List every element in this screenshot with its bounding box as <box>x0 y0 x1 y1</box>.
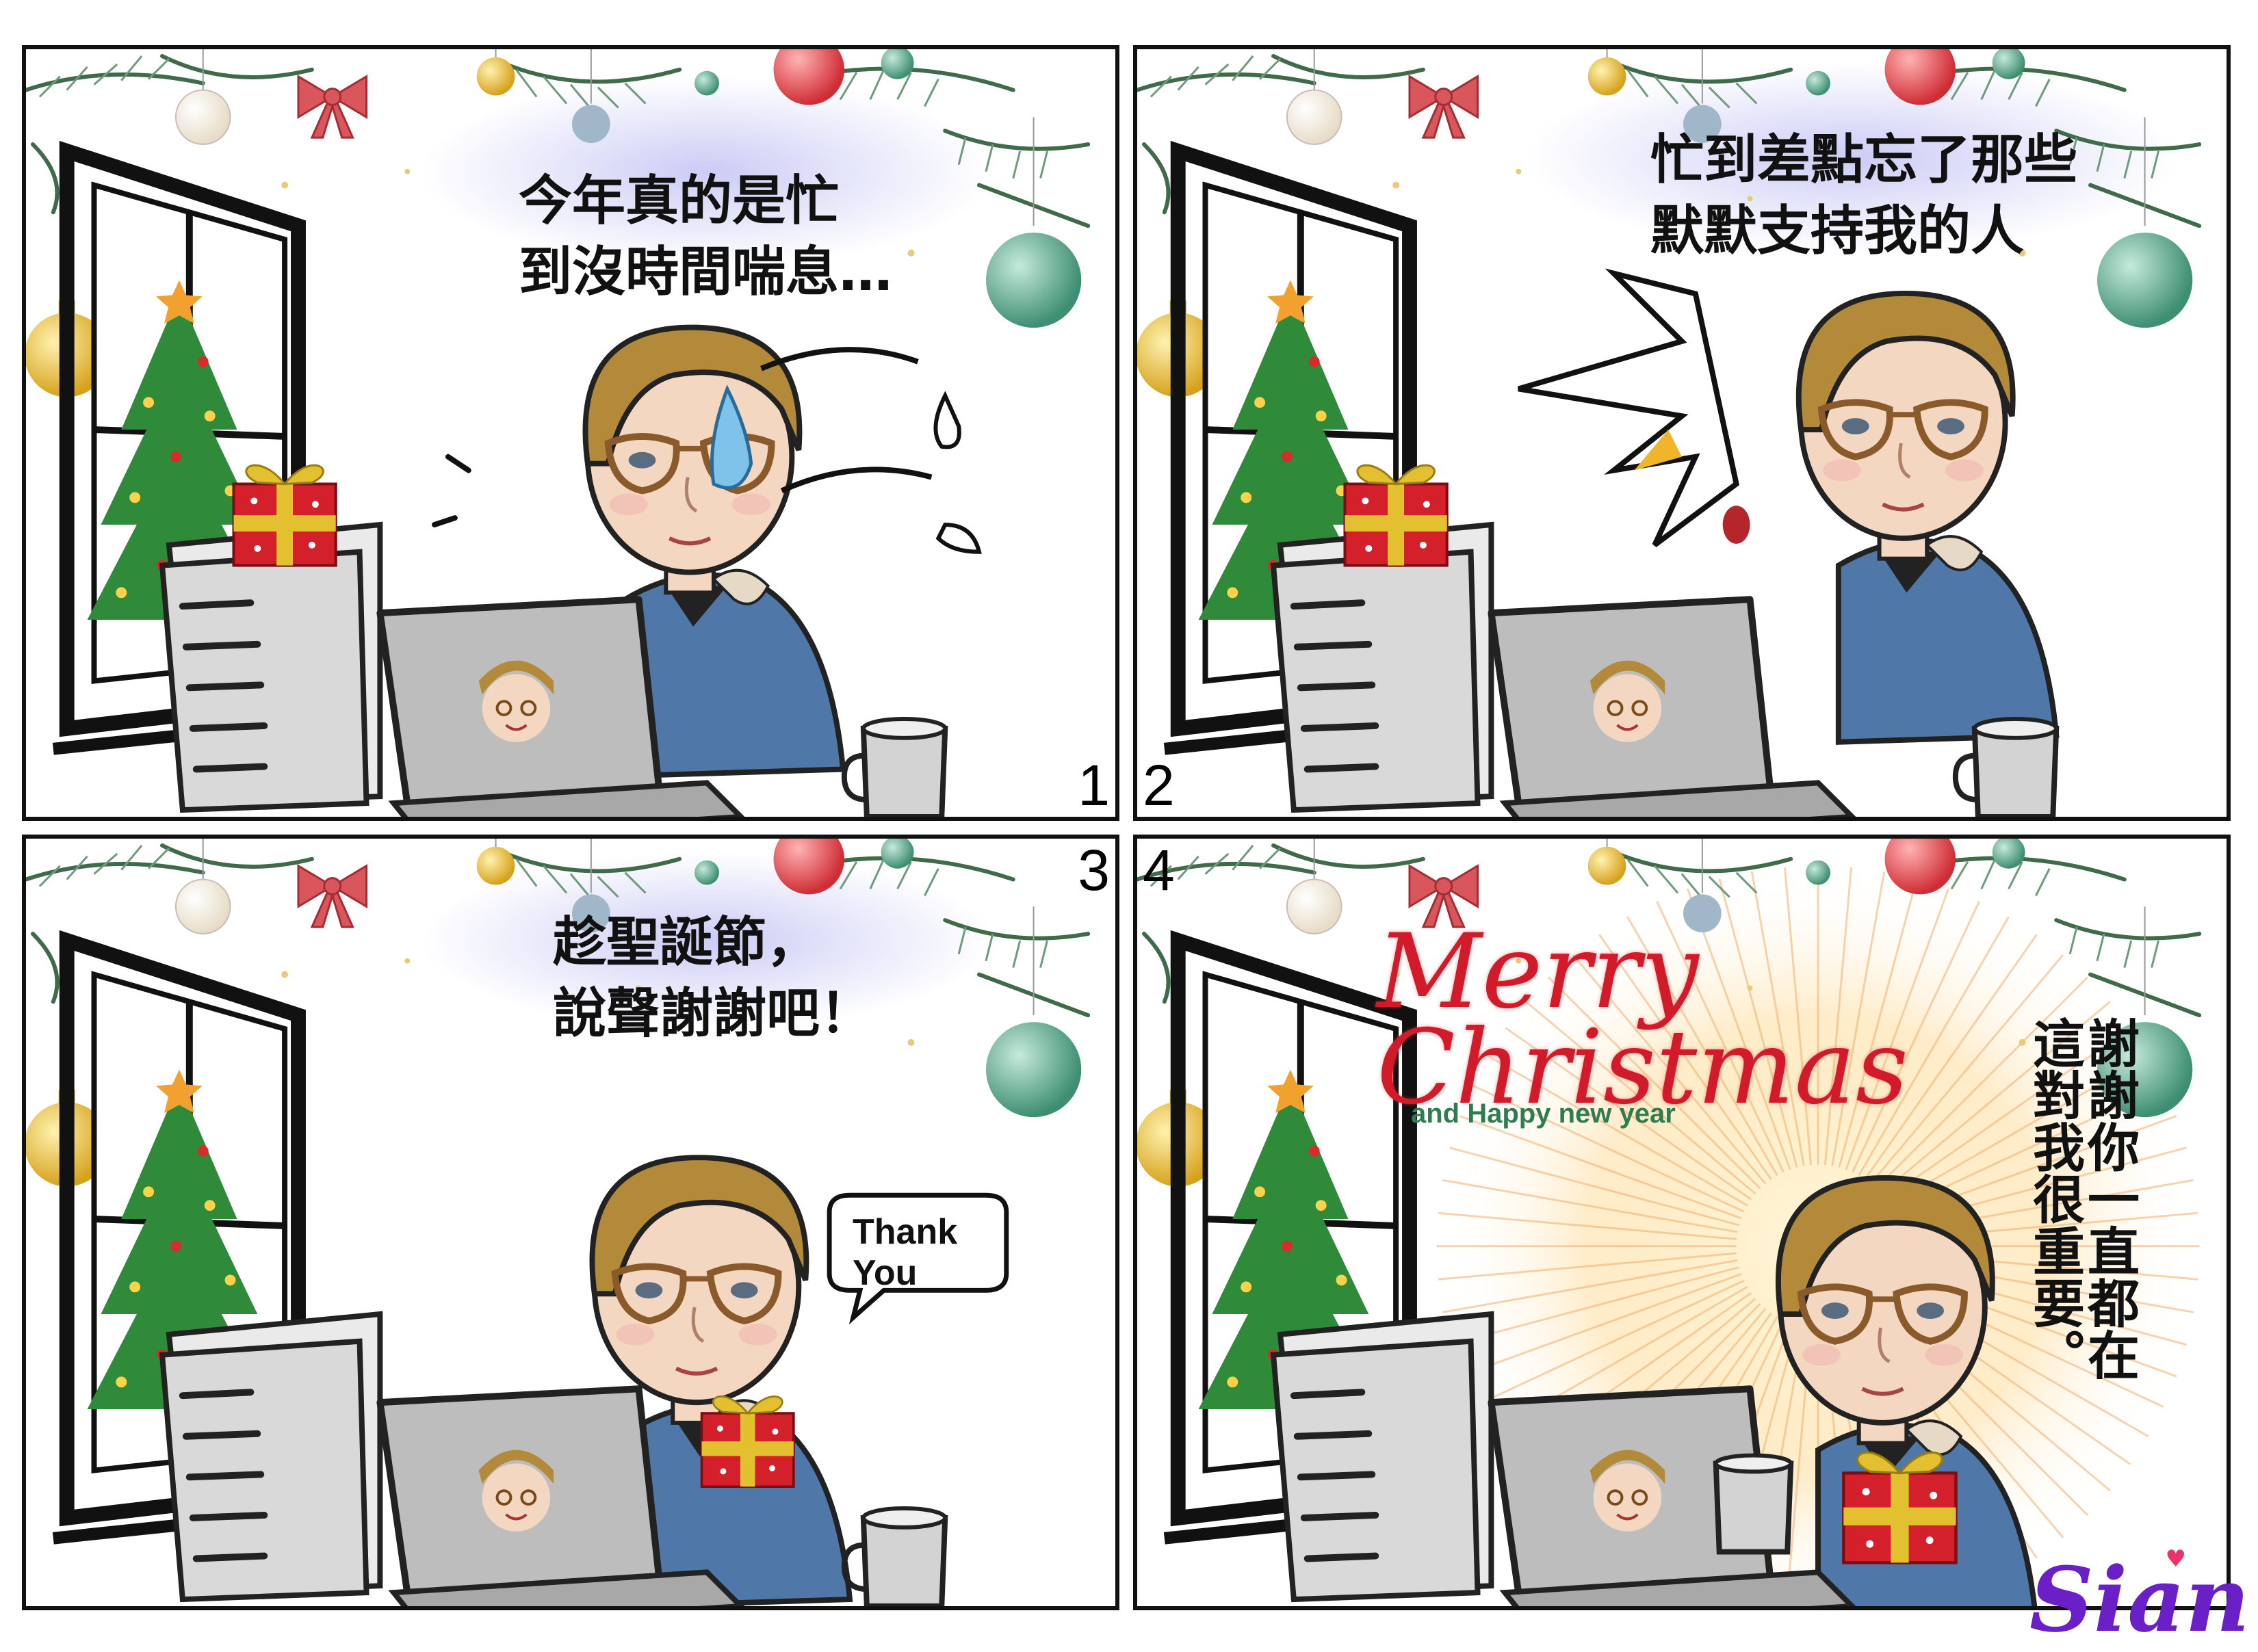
panel-2-caption: 忙到差點忘了那些 默默支持我的人 <box>1650 124 2077 267</box>
panel-2-number: 2 <box>1143 753 1175 817</box>
panel-1-number: 1 <box>1078 753 1110 817</box>
comic-panel-3: 趁聖誕節， 說聲謝謝吧！ Thank You 3 <box>22 835 1119 1610</box>
panel-3-caption-line-1: 趁聖誕節， <box>553 912 820 973</box>
happy-new-year-text: and Happy new year <box>1411 1099 1676 1129</box>
panel-3-caption-line-2: 說聲謝謝吧！ <box>553 983 874 1045</box>
comic-panel-4: Merry Christmas and Happy new year 謝謝你一直… <box>1133 835 2231 1610</box>
artist-signature: Sian <box>2029 1547 2250 1652</box>
panel-2-caption-line-2: 默默支持我的人 <box>1650 200 2025 262</box>
comic-panel-1: 今年真的是忙 到沒時間喘息… 1 <box>22 45 1119 821</box>
panel-4-number: 4 <box>1143 838 1175 902</box>
bubble-line-1: Thank <box>853 1212 958 1252</box>
panel-1-caption: 今年真的是忙 到沒時間喘息… <box>519 166 892 308</box>
thank-you-speech-bubble: Thank You <box>853 1211 957 1294</box>
panel-4-vertical-caption-col-2: 這對我很重要。 <box>2024 1017 2085 1380</box>
panel-3-number: 3 <box>1078 838 1110 902</box>
panel-1-illustration <box>26 49 1115 817</box>
panel-4-vertical-caption-col-1: 謝謝你一直都在 <box>2079 1017 2140 1380</box>
panel-1-caption-line-1: 今年真的是忙 <box>519 170 840 232</box>
comic-panel-2: 忙到差點忘了那些 默默支持我的人 2 <box>1133 45 2231 821</box>
panel-3-caption: 趁聖誕節， 說聲謝謝吧！ <box>553 907 873 1049</box>
panel-1-caption-line-2: 到沒時間喘息… <box>519 241 893 303</box>
bubble-line-2: You <box>853 1253 918 1293</box>
panel-2-caption-line-1: 忙到差點忘了那些 <box>1650 129 2078 191</box>
